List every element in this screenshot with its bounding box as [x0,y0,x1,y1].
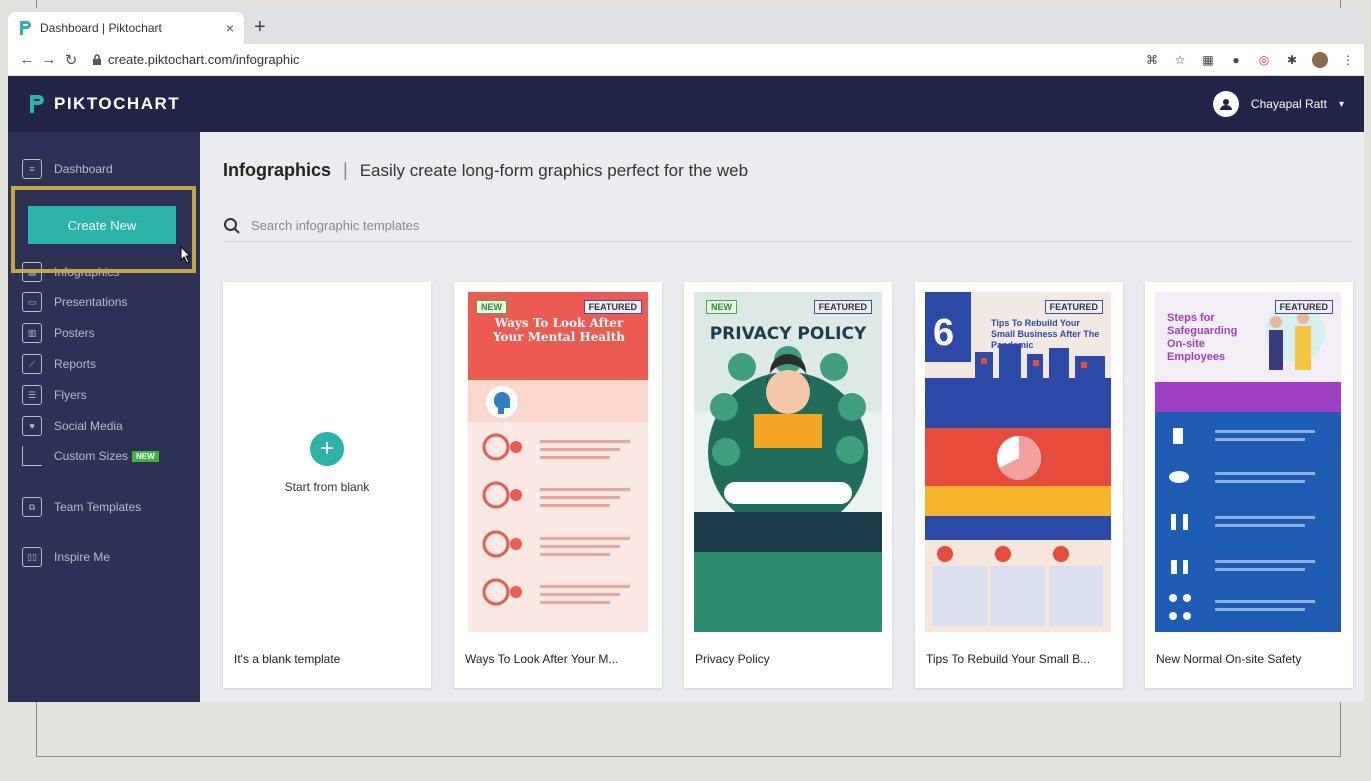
profile-avatar-icon[interactable] [1312,51,1328,68]
featured-badge: FEATURED [1044,300,1103,314]
template-card-privacy-policy[interactable]: NEW FEATURED PRIVACY POLICY Privacy Poli… [684,282,892,688]
card-label: New Normal On-site Safety [1156,652,1302,666]
extension-red-icon[interactable]: ◎ [1256,52,1272,68]
new-badge: NEW [476,300,507,314]
app-header: PIKTOCHART Chayapal Ratt ▾ [8,76,1364,132]
sidebar-item-dashboard[interactable]: ≡ Dashboard [22,159,113,179]
sidebar-item-reports[interactable]: ⟋ Reports [22,354,96,374]
start-from-blank[interactable]: + Start from blank [223,432,431,494]
brand-name: PIKTOCHART [54,94,181,113]
template-thumbnail: FEATURED Steps for Safeguarding On-site … [1145,282,1353,632]
sidebar-item-label: Reports [54,357,97,371]
plus-icon: + [310,432,344,466]
flyer-icon: ☰ [22,385,42,405]
back-arrow-icon[interactable]: ← [16,51,38,68]
heading-separator: | [343,160,348,180]
sidebar-item-label: Flyers [54,388,87,402]
extension-grid-icon[interactable]: ▦ [1200,52,1216,68]
page-heading: Infographics | Easily create long-form g… [223,160,748,181]
template-thumbnail: NEW FEATURED PRIVACY POLICY [684,282,892,632]
sidebar-item-label: Presentations [54,295,128,309]
extension-dark-icon[interactable]: ● [1228,52,1244,68]
team-templates-icon: ⧉ [22,497,42,517]
start-from-blank-label: Start from blank [284,480,370,494]
sidebar-item-label: Posters [54,326,95,340]
dashboard-icon: ≡ [22,159,42,179]
poster-icon: ▥ [22,323,42,343]
address-bar: ← → ↻ create.piktochart.com/infographic … [8,44,1364,76]
piktochart-favicon-icon [20,21,31,35]
new-badge: NEW [706,300,737,314]
search-icon [224,217,240,234]
main-content: Infographics | Easily create long-form g… [200,132,1364,702]
featured-badge: FEATURED [1274,300,1333,314]
template-card-mental-health[interactable]: NEW FEATURED Ways To Look After Your Men… [454,282,662,688]
sidebar-item-custom-sizes[interactable]: Custom Sizes NEW [22,446,159,466]
chevron-down-icon: ▾ [1338,98,1344,110]
user-avatar-icon [1212,91,1239,117]
sidebar-item-inspire-me[interactable]: ▯▯ Inspire Me [22,547,110,567]
sidebar-item-label: Dashboard [54,162,113,176]
social-media-icon: ♥ [22,416,42,436]
template-thumbnail: 6 FEATURED Tips To Rebuild Your Small Bu… [915,282,1123,632]
card-label: Ways To Look After Your M... [465,652,619,666]
sidebar-item-social-media[interactable]: ♥ Social Media [22,416,123,436]
piktochart-logo-icon [30,95,44,113]
new-badge: NEW [132,450,159,462]
thumbnail-title: Tips To Rebuild Your Small Business Afte… [991,318,1100,350]
sidebar-item-label: Team Templates [54,500,142,514]
lock-icon [93,53,101,65]
thumbnail-title: Ways To Look After Your Mental Health [492,316,626,344]
custom-size-icon [22,446,42,466]
sidebar-item-label: Inspire Me [54,550,111,564]
sidebar-item-label: Custom Sizes [54,449,129,463]
sidebar-item-flyers[interactable]: ☰ Flyers [22,385,87,405]
template-card-onsite-safety[interactable]: FEATURED Steps for Safeguarding On-site … [1145,282,1353,688]
forward-arrow-icon[interactable]: → [38,51,60,68]
piktochart-logo[interactable]: PIKTOCHART [28,94,180,114]
sidebar-item-team-templates[interactable]: ⧉ Team Templates [22,497,141,517]
puzzle-icon[interactable]: ✱ [1284,52,1300,68]
card-label: It's a blank template [234,652,341,666]
report-icon: ⟋ [22,354,42,374]
user-menu[interactable]: Chayapal Ratt ▾ [1212,91,1344,117]
mouse-cursor-icon [180,246,192,264]
reload-icon[interactable]: ↻ [60,51,82,69]
page-title: Infographics [223,160,332,180]
search-bar [223,210,1351,242]
tab-close-icon[interactable]: × [226,20,234,36]
card-label: Privacy Policy [695,652,770,666]
template-thumbnail: NEW FEATURED Ways To Look After Your Men… [454,282,662,632]
card-label: Tips To Rebuild Your Small B... [926,652,1091,666]
browser-menu-icon[interactable]: ⋮ [1340,52,1356,68]
browser-tab-bar: Dashboard | Piktochart × + [8,8,1364,44]
inspire-me-icon: ▯▯ [22,547,42,567]
page-subtitle: Easily create long-form graphics perfect… [359,160,749,180]
frame-line-bottom [36,756,1341,757]
url-text: create.piktochart.com/infographic [108,52,300,67]
sidebar-item-presentations[interactable]: ▭ Presentations [22,292,127,312]
featured-badge: FEATURED [583,300,642,314]
url-field[interactable]: create.piktochart.com/infographic [92,52,1144,67]
tab-title: Dashboard | Piktochart [40,21,162,35]
highlight-box [11,186,196,273]
presentation-icon: ▭ [22,292,42,312]
thumbnail-title: PRIVACY POLICY [709,324,867,344]
sidebar-item-label: Social Media [54,419,123,433]
sidebar-item-posters[interactable]: ▥ Posters [22,323,95,343]
bookmark-star-icon[interactable]: ☆ [1172,52,1188,68]
template-card-blank[interactable]: + Start from blank It's a blank template [223,282,431,688]
search-input[interactable] [251,218,651,233]
thumbnail-title: Steps for Safeguarding On-site Employees [1167,312,1238,363]
user-name: Chayapal Ratt [1250,97,1327,111]
thumbnail-number: 6 [933,312,955,354]
extension-icons: ⌘ ☆ ▦ ● ◎ ✱ ⋮ [1144,51,1356,68]
template-card-small-business[interactable]: 6 FEATURED Tips To Rebuild Your Small Bu… [915,282,1123,688]
translate-icon[interactable]: ⌘ [1144,52,1160,68]
browser-tab[interactable]: Dashboard | Piktochart × [8,12,244,44]
new-tab-button[interactable]: + [254,16,266,39]
featured-badge: FEATURED [813,300,872,314]
